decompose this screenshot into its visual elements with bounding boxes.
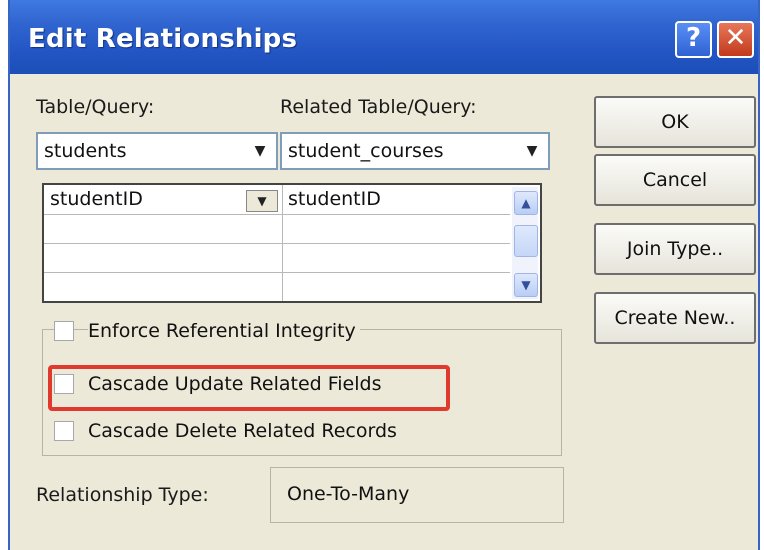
table-query-select[interactable]: students ▼	[36, 132, 278, 170]
enforce-referential-integrity-option[interactable]: Enforce Referential Integrity	[54, 320, 360, 342]
dropdown-arrow-icon[interactable]: ▼	[519, 137, 545, 165]
table-query-label: Table/Query:	[36, 96, 155, 118]
related-table-query-label: Related Table/Query:	[280, 96, 477, 118]
grid-row-divider	[44, 214, 510, 215]
relationship-type-value: One-To-Many	[287, 483, 410, 505]
dialog-title: Edit Relationships	[28, 24, 298, 54]
help-icon: ?	[685, 23, 702, 53]
cancel-button[interactable]: Cancel	[594, 154, 756, 206]
cascade-delete-checkbox[interactable]	[54, 421, 74, 441]
related-table-query-select[interactable]: student_courses ▼	[280, 132, 550, 170]
grid-row-divider	[44, 243, 510, 244]
grid-cell-left[interactable]: studentID	[50, 188, 143, 210]
cascade-delete-label: Cascade Delete Related Records	[88, 420, 401, 442]
relationship-type-label: Relationship Type:	[36, 484, 209, 506]
scroll-up-icon[interactable]: ▲	[514, 191, 538, 215]
table-query-value: students	[44, 140, 127, 162]
help-button[interactable]: ?	[675, 21, 712, 58]
cascade-delete-option[interactable]: Cascade Delete Related Records	[54, 420, 401, 442]
edit-relationships-dialog: Edit Relationships ? ✕ Table/Query: Rela…	[8, 0, 760, 550]
related-table-query-value: student_courses	[288, 140, 444, 162]
enforce-referential-integrity-checkbox[interactable]	[54, 321, 74, 341]
ok-button[interactable]: OK	[594, 96, 756, 148]
close-icon: ✕	[724, 23, 747, 53]
relationship-type-box: One-To-Many	[270, 467, 564, 523]
close-button[interactable]: ✕	[717, 21, 754, 58]
create-new-button[interactable]: Create New..	[594, 292, 756, 344]
scroll-thumb[interactable]	[514, 225, 538, 257]
grid-scrollbar[interactable]: ▲ ▼	[512, 187, 538, 299]
grid-row-divider	[44, 272, 510, 273]
cell-dropdown-icon[interactable]: ▼	[246, 190, 278, 212]
join-type-button[interactable]: Join Type..	[594, 223, 756, 275]
field-mapping-grid[interactable]: studentID ▼ studentID ▲ ▼	[42, 183, 542, 303]
title-bar: Edit Relationships ? ✕	[10, 0, 758, 74]
scroll-down-icon[interactable]: ▼	[514, 273, 538, 297]
enforce-referential-integrity-label: Enforce Referential Integrity	[88, 320, 360, 342]
dropdown-arrow-icon[interactable]: ▼	[247, 137, 273, 165]
highlight-annotation	[48, 365, 450, 411]
grid-cell-right[interactable]: studentID	[288, 188, 381, 210]
